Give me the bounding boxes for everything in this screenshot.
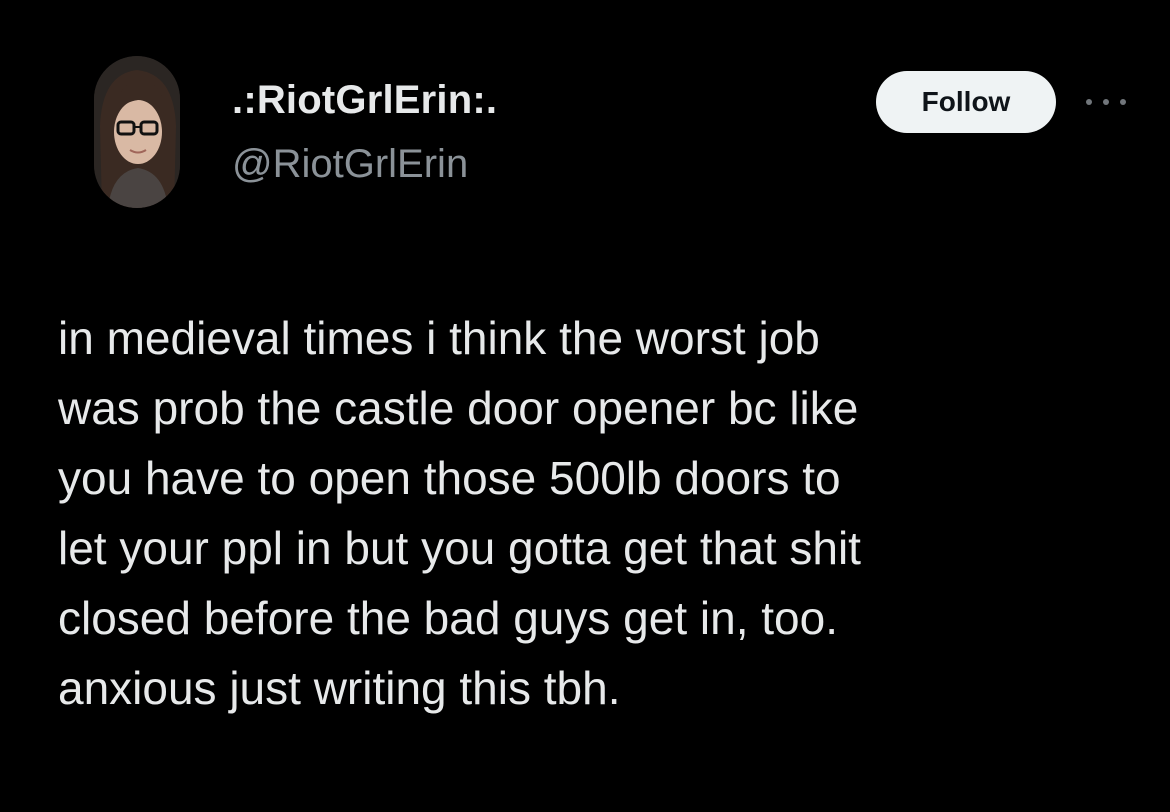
user-handle[interactable]: @RiotGrlErin: [232, 142, 468, 187]
more-dot: [1120, 99, 1126, 105]
tweet-text-line: closed before the bad guys get in, too.: [58, 592, 838, 644]
tweet-text-line: you have to open those 500lb doors to: [58, 452, 841, 504]
tweet-text-line: was prob the castle door opener bc like: [58, 382, 859, 434]
tweet-text-line: anxious just writing this tbh.: [58, 662, 621, 714]
tweet-text-line: in medieval times i think the worst job: [58, 312, 820, 364]
follow-button[interactable]: Follow: [876, 71, 1056, 133]
avatar[interactable]: [94, 56, 180, 208]
display-name[interactable]: .:RiotGrlErin:.: [232, 78, 497, 123]
more-dot: [1103, 99, 1109, 105]
tweet-text: in medieval times i think the worst job …: [58, 303, 1138, 723]
more-dot: [1086, 99, 1092, 105]
avatar-photo: [94, 56, 180, 208]
tweet-text-line: let your ppl in but you gotta get that s…: [58, 522, 861, 574]
more-horizontal-icon[interactable]: [1086, 92, 1126, 112]
tweet-card: .:RiotGrlErin:. @RiotGrlErin Follow in m…: [0, 0, 1170, 812]
